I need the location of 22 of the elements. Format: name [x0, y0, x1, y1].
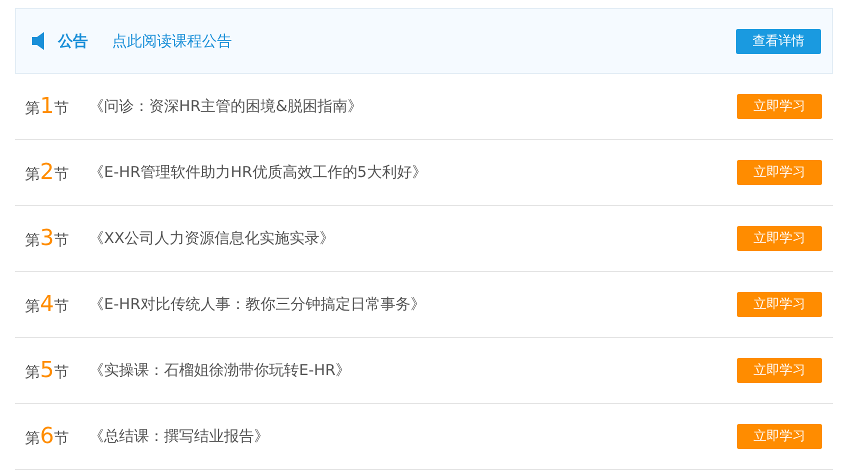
- study-button[interactable]: 立即学习: [737, 358, 822, 383]
- section-number: 第2节: [25, 159, 70, 187]
- lesson-title: 《总结课：撰写结业报告》: [89, 426, 269, 448]
- section-number: 第3节: [25, 225, 70, 253]
- section-number: 第4节: [25, 291, 70, 319]
- study-button[interactable]: 立即学习: [737, 226, 822, 251]
- study-button[interactable]: 立即学习: [737, 424, 822, 449]
- notice-label: 公告: [58, 30, 88, 52]
- lesson-title: 《E-HR管理软件助力HR优质高效工作的5大利好》: [89, 162, 427, 184]
- lesson-title: 《XX公司人力资源信息化实施实录》: [89, 228, 335, 250]
- section-number: 第5节: [25, 357, 70, 385]
- details-button[interactable]: 查看详情: [736, 29, 821, 54]
- speaker-icon: [32, 32, 46, 50]
- study-button[interactable]: 立即学习: [737, 292, 822, 317]
- section-number: 第1节: [25, 93, 70, 121]
- notice-link[interactable]: 点此阅读课程公告: [112, 30, 232, 52]
- lesson-title: 《问诊：资深HR主管的困境&脱困指南》: [89, 96, 362, 118]
- study-button[interactable]: 立即学习: [737, 160, 822, 185]
- study-button[interactable]: 立即学习: [737, 94, 822, 119]
- lesson-title: 《实操课：石榴姐徐渤带你玩转E-HR》: [89, 360, 351, 382]
- lesson-title: 《E-HR对比传统人事：教你三分钟搞定日常事务》: [89, 294, 426, 316]
- section-number: 第6节: [25, 423, 70, 451]
